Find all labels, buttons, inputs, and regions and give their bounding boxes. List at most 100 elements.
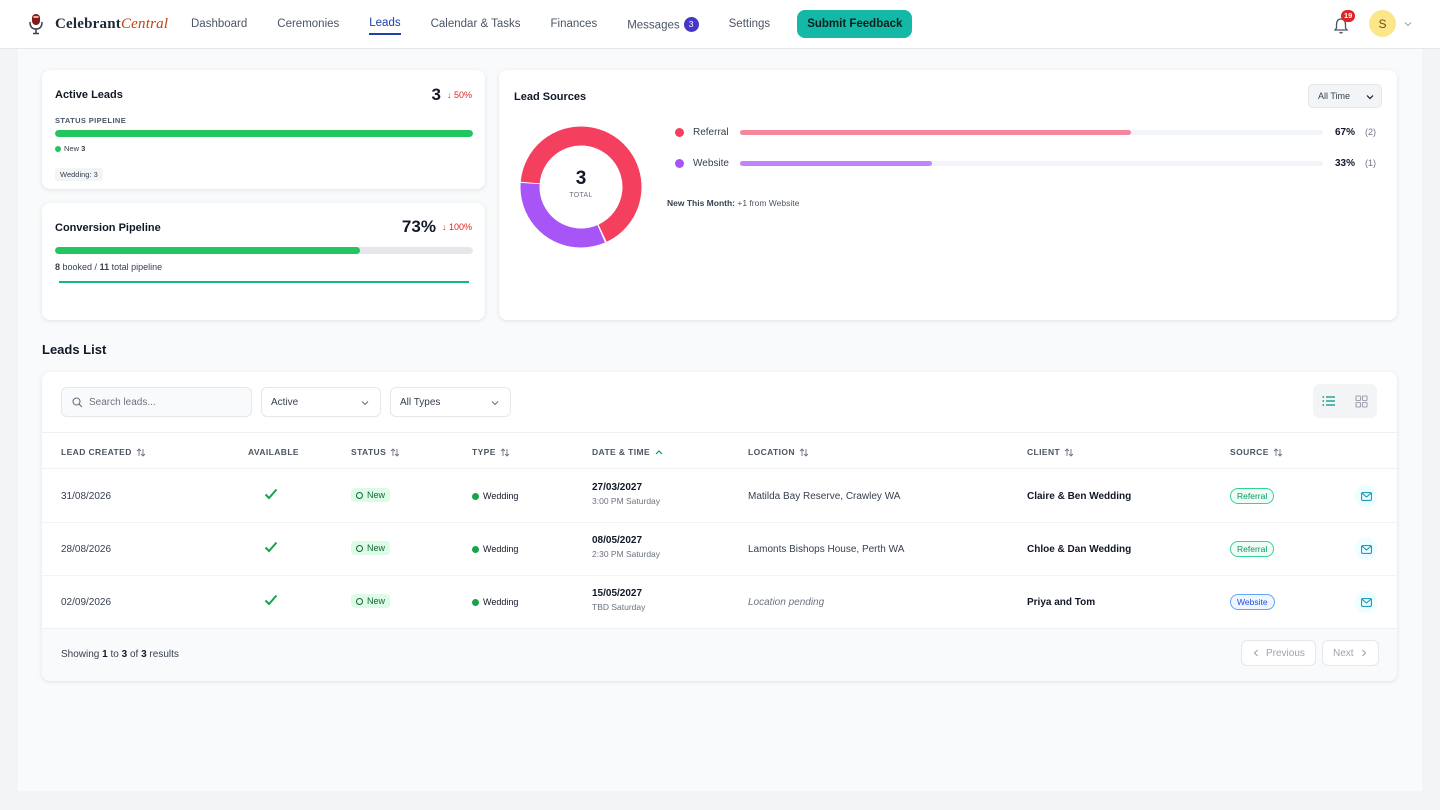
grid-view-button[interactable] [1347,387,1375,415]
conversion-rate: 73% [401,217,436,236]
website-count: (1) [1365,158,1376,168]
checkmark-icon [264,594,278,606]
booked-text: booked / [62,262,98,272]
search-input[interactable]: Search leads... [61,387,252,417]
type-filter-select[interactable]: All Types [390,387,511,417]
lead-sources-card: Lead Sources All Time 3 TOTAL Referral 6… [499,70,1397,320]
table-row[interactable]: 28/08/2026 New Wedding 08/05/2027 2:30 PM Sa… [42,523,1397,576]
grid-icon [1354,394,1368,408]
status-filter-value: Active [271,396,299,408]
col-type[interactable]: TYPE [472,447,510,457]
notifications-button[interactable]: 19 [1333,9,1356,35]
active-leads-card: Active Leads 3 ↓ 50% STATUS PIPELINE New… [42,70,485,189]
donut-total-label: TOTAL [569,192,593,199]
legend-label: New [64,144,80,153]
client-cell[interactable]: Claire & Ben Wedding [1027,491,1131,502]
showing-of-text: of [129,649,139,660]
col-client[interactable]: CLIENT [1027,447,1074,457]
referral-bar [740,129,1323,135]
col-lead-created[interactable]: LEAD CREATED [61,447,146,457]
new-this-month-label: New This Month: [667,198,735,208]
nav-settings[interactable]: Settings [729,14,771,34]
email-button[interactable] [1355,591,1377,613]
nav-calendar-tasks[interactable]: Calendar & Tasks [431,14,521,34]
showing-total: 3 [141,649,147,660]
col-date-time-label: DATE & TIME [592,447,651,457]
type-label: Wedding [483,597,519,607]
conversion-fill [55,247,361,254]
status-pipeline-fill [55,130,473,137]
location-cell: Location pending [748,597,825,608]
nav-ceremonies[interactable]: Ceremonies [277,14,339,34]
source-badge: Referral [1230,541,1275,557]
email-button[interactable] [1355,485,1377,507]
source-cell: Website [1230,594,1275,610]
type-filter-value: All Types [400,396,441,408]
col-date-time[interactable]: DATE & TIME [592,447,664,457]
results-summary: Showing 1 to 3 of 3 results [61,649,179,660]
email-button[interactable] [1355,538,1377,560]
list-view-button[interactable] [1315,387,1343,415]
circle-icon [356,597,363,605]
lead-created-cell: 28/08/2026 [61,544,112,555]
circle-icon [356,544,363,552]
avatar[interactable]: S [1369,10,1396,37]
available-cell [264,488,278,503]
type-cell: Wedding [472,544,518,554]
table-row[interactable]: 02/09/2026 New Wedding 15/05/2027 TBD Saturd… [42,576,1397,629]
client-cell[interactable]: Chloe & Dan Wedding [1027,544,1131,555]
website-label: Website [693,157,729,169]
microphone-logo-icon [29,14,43,35]
showing-to: 3 [121,649,128,660]
time-range-select[interactable]: All Time [1308,84,1382,108]
previous-label: Previous [1266,647,1305,659]
logo-text-accent: Central [120,15,169,32]
chevron-down-icon [361,401,369,406]
sort-icon [500,447,510,457]
nav-leads[interactable]: Leads [369,13,401,35]
app-logo[interactable]: CelebrantCentral [28,13,178,35]
date-time-cell: 08/05/2027 2:30 PM Saturday [592,535,660,559]
type-dot [472,492,479,500]
active-leads-title: Active Leads [55,89,123,101]
mail-icon [1360,597,1372,607]
legend-count: 3 [81,144,86,153]
status-pipeline-bar [55,130,473,137]
status-label: New [367,490,386,500]
status-cell: New [351,594,391,608]
col-client-label: CLIENT [1027,447,1061,457]
table-row[interactable]: 31/08/2026 New Wedding 27/03/2027 3:00 PM Sa… [42,470,1397,523]
leads-table-card: Search leads... Active All Types LEAD CR… [42,372,1397,681]
col-lead-created-label: LEAD CREATED [61,447,132,457]
donut-total: 3 [575,168,587,189]
nav-messages-label: Messages [627,19,680,31]
mail-icon [1360,491,1372,501]
chevron-down-icon [491,401,499,406]
next-button[interactable]: Next [1322,640,1379,666]
source-row-website: Website 33% (1) [656,156,1376,170]
chevron-down-icon[interactable] [1404,20,1412,28]
nav-messages[interactable]: Messages 3 [627,13,699,36]
client-cell[interactable]: Priya and Tom [1027,597,1095,608]
chevron-down-icon [1366,95,1374,100]
new-this-month-value: +1 from Website [737,198,800,208]
booked-count: 8 [55,262,61,272]
nav-finances[interactable]: Finances [551,14,598,34]
donut-center: 3 TOTAL [519,168,643,199]
conversion-summary: 8 booked / 11 total pipeline [55,262,162,272]
conversion-divider [59,281,469,283]
type-dot [472,598,479,606]
status-filter-select[interactable]: Active [261,387,381,417]
active-leads-change: ↓ 50% [446,90,472,100]
nav-dashboard[interactable]: Dashboard [191,14,247,34]
col-status[interactable]: STATUS [351,447,400,457]
col-source[interactable]: SOURCE [1230,447,1283,457]
submit-feedback-button[interactable]: Submit Feedback [797,10,913,38]
col-location[interactable]: LOCATION [748,447,809,457]
conversion-stat: 73% ↓ 100% [402,217,472,237]
wedding-count-chip: Wedding: 3 [55,168,103,181]
previous-button[interactable]: Previous [1241,640,1316,666]
showing-text: Showing [61,649,100,660]
time-range-value: All Time [1318,91,1351,101]
view-toggle [1313,384,1377,418]
